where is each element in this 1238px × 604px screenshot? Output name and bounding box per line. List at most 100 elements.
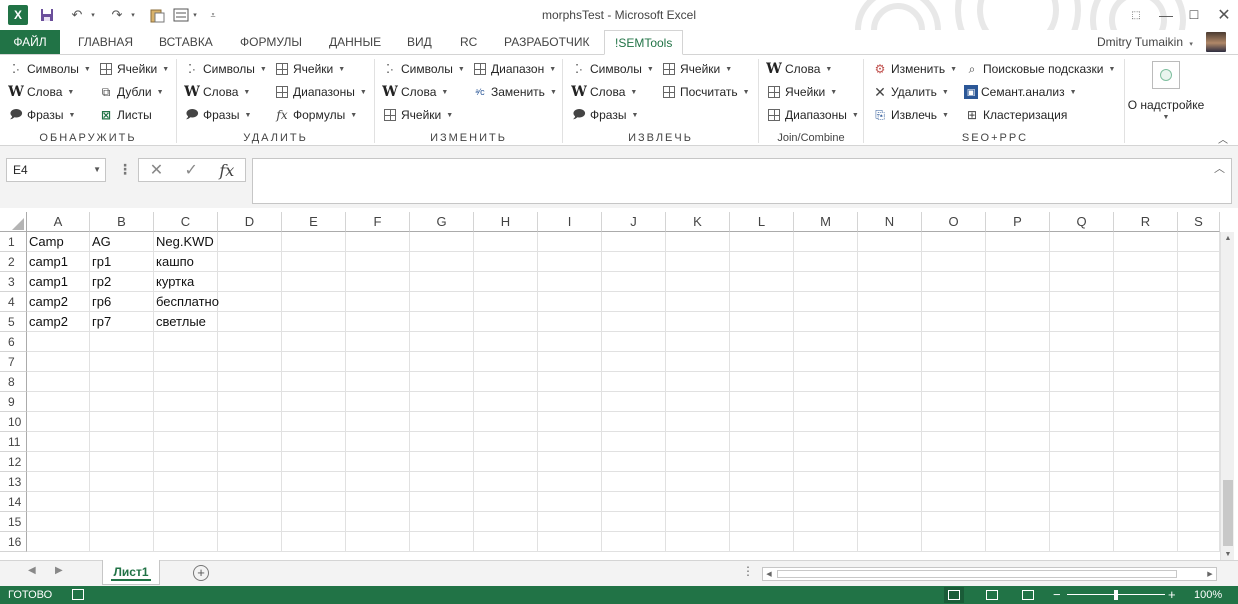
cell[interactable] <box>1050 292 1114 312</box>
cell[interactable] <box>1178 492 1220 512</box>
find-words-button[interactable]: W Слова ▼ <box>8 82 74 102</box>
cell[interactable] <box>794 312 858 332</box>
cell[interactable] <box>666 452 730 472</box>
cell[interactable] <box>666 332 730 352</box>
tab-view[interactable]: ВИД <box>405 30 434 54</box>
find-sheets-button[interactable]: ⊠ Листы <box>98 105 152 125</box>
cell[interactable] <box>282 312 346 332</box>
cell[interactable] <box>474 372 538 392</box>
cell[interactable] <box>730 292 794 312</box>
column-header[interactable]: B <box>90 212 154 232</box>
cell[interactable] <box>410 232 474 252</box>
search-suggestions-button[interactable]: ⌕ Поисковые подсказки ▼ <box>964 59 1116 79</box>
cell[interactable] <box>1114 312 1178 332</box>
cell[interactable] <box>410 272 474 292</box>
row-header[interactable]: 1 <box>0 232 27 252</box>
cell[interactable] <box>922 312 986 332</box>
column-header[interactable]: A <box>27 212 90 232</box>
cell[interactable] <box>858 232 922 252</box>
cell[interactable] <box>922 532 986 552</box>
cell[interactable] <box>538 392 602 412</box>
select-all-corner[interactable] <box>0 212 27 232</box>
cell[interactable] <box>794 512 858 532</box>
cell[interactable] <box>794 392 858 412</box>
cell[interactable] <box>474 432 538 452</box>
cell[interactable] <box>1178 512 1220 532</box>
cell[interactable] <box>602 332 666 352</box>
cell[interactable] <box>218 452 282 472</box>
cell[interactable] <box>1178 312 1220 332</box>
cell[interactable] <box>1178 532 1220 552</box>
cell[interactable]: гр1 <box>90 252 154 272</box>
cell[interactable] <box>474 472 538 492</box>
cell[interactable] <box>538 412 602 432</box>
cell[interactable] <box>410 352 474 372</box>
cell[interactable] <box>602 352 666 372</box>
cell[interactable] <box>154 352 218 372</box>
cell[interactable] <box>1114 512 1178 532</box>
row-header[interactable]: 2 <box>0 252 27 272</box>
cell[interactable]: camp1 <box>27 252 90 272</box>
cell[interactable] <box>1114 532 1178 552</box>
sheet-tab-list1[interactable]: Лист1 <box>102 560 160 585</box>
page-layout-view-icon[interactable] <box>982 587 1002 603</box>
column-header[interactable]: J <box>602 212 666 232</box>
cell[interactable] <box>986 272 1050 292</box>
cell[interactable] <box>1114 372 1178 392</box>
cell[interactable] <box>1050 492 1114 512</box>
cell[interactable] <box>858 332 922 352</box>
column-header[interactable]: C <box>154 212 218 232</box>
find-symbols-button[interactable]: ⁚· Символы ▼ <box>8 59 91 79</box>
row-header[interactable]: 10 <box>0 412 27 432</box>
tab-insert[interactable]: ВСТАВКА <box>157 30 215 54</box>
cell[interactable] <box>858 472 922 492</box>
cell[interactable] <box>27 332 90 352</box>
cell[interactable] <box>218 292 282 312</box>
name-box[interactable]: E4 ▼ <box>6 158 106 182</box>
remove-symbols-button[interactable]: ⁚· Символы ▼ <box>184 59 267 79</box>
cell[interactable] <box>90 392 154 412</box>
cell[interactable] <box>666 492 730 512</box>
cell[interactable] <box>218 532 282 552</box>
cell[interactable] <box>1050 232 1114 252</box>
cell[interactable] <box>922 292 986 312</box>
cell[interactable] <box>794 352 858 372</box>
ribbon-options-icon[interactable]: ⬚ <box>1124 4 1148 26</box>
cell[interactable] <box>27 392 90 412</box>
vertical-scroll-thumb[interactable] <box>1223 480 1233 546</box>
cell[interactable] <box>666 372 730 392</box>
user-name[interactable]: Dmitry Tumaikin ▾ <box>1097 35 1193 49</box>
cell[interactable] <box>602 252 666 272</box>
cell[interactable] <box>410 312 474 332</box>
seo-extract-button[interactable]: ⎘ Извлечь ▼ <box>872 105 949 125</box>
cell[interactable] <box>666 312 730 332</box>
cell[interactable] <box>602 452 666 472</box>
cell[interactable] <box>1050 452 1114 472</box>
cell[interactable] <box>154 412 218 432</box>
cell[interactable] <box>1050 412 1114 432</box>
column-header[interactable]: M <box>794 212 858 232</box>
cell[interactable] <box>282 432 346 452</box>
cell[interactable] <box>538 292 602 312</box>
cell[interactable] <box>410 392 474 412</box>
cell[interactable] <box>986 512 1050 532</box>
column-header[interactable]: H <box>474 212 538 232</box>
cell[interactable] <box>1114 452 1178 472</box>
cell[interactable] <box>986 532 1050 552</box>
cell[interactable] <box>346 312 410 332</box>
column-header[interactable]: R <box>1114 212 1178 232</box>
cell[interactable] <box>1050 332 1114 352</box>
row-header[interactable]: 12 <box>0 452 27 472</box>
cell[interactable] <box>730 332 794 352</box>
cell[interactable] <box>1114 332 1178 352</box>
cell[interactable] <box>218 372 282 392</box>
cell[interactable] <box>602 472 666 492</box>
zoom-slider-thumb[interactable] <box>1114 590 1118 600</box>
cell[interactable] <box>858 372 922 392</box>
minimize-icon[interactable]: — <box>1154 4 1178 26</box>
tab-formulas[interactable]: ФОРМУЛЫ <box>238 30 304 54</box>
cell[interactable] <box>474 252 538 272</box>
extract-words-button[interactable]: W Слова ▼ <box>571 82 637 102</box>
extract-cells-button[interactable]: Ячейки ▼ <box>661 59 732 79</box>
cell[interactable] <box>27 512 90 532</box>
